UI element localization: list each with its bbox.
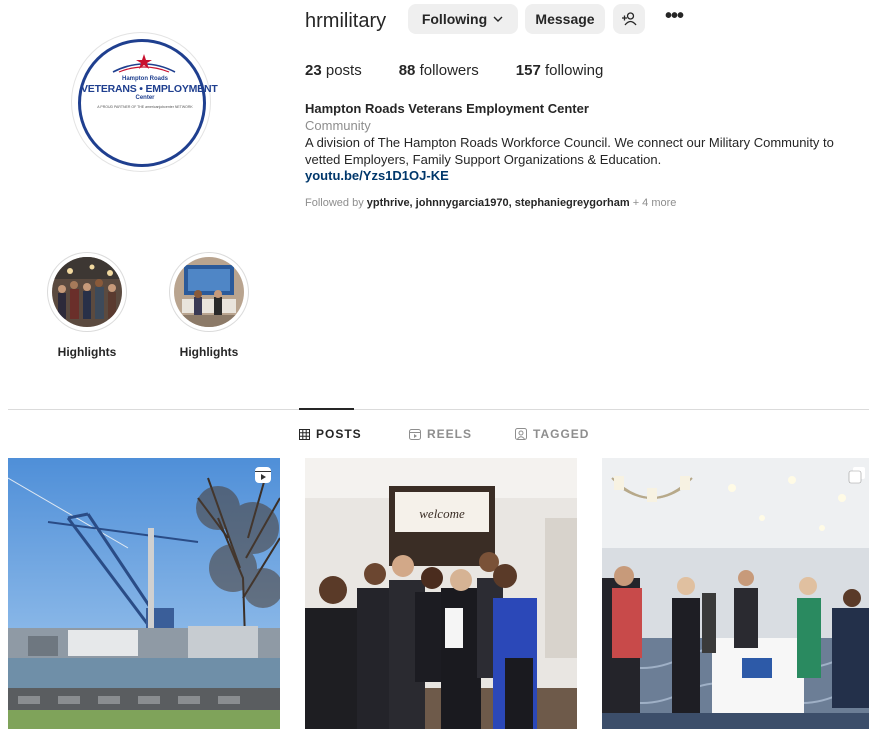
post-tile-1[interactable] <box>8 458 280 729</box>
followers-count: 88 <box>398 62 416 79</box>
highlight-2-label: Highlights <box>179 345 239 359</box>
logo-sub-text: Center <box>135 95 155 101</box>
tabs-divider <box>8 409 869 410</box>
following-button[interactable]: Following <box>408 4 518 34</box>
highlight-2-cover <box>174 257 244 327</box>
reels-icon <box>409 428 421 440</box>
tab-tagged[interactable]: TAGGED <box>515 427 589 441</box>
welcome-sign-text: welcome <box>419 506 465 521</box>
post-tile-2[interactable]: welcome <box>305 458 577 729</box>
post-1-image <box>8 458 280 729</box>
posts-stat[interactable]: 23 posts <box>305 62 362 79</box>
post-3-image <box>602 458 869 729</box>
bio-link[interactable]: youtu.be/Yzs1D1OJ-KE <box>305 168 449 183</box>
highlight-1-label: Highlights <box>57 345 117 359</box>
suggest-people-button[interactable] <box>613 4 645 34</box>
active-tab-indicator <box>299 408 354 410</box>
following-label-stat: following <box>544 62 604 79</box>
bio-category: Community <box>305 118 371 133</box>
message-button[interactable]: Message <box>525 4 605 34</box>
followers-stat[interactable]: 88 followers <box>399 62 479 79</box>
tagged-person-icon <box>515 428 527 440</box>
bio-description: A division of The Hampton Roads Workforc… <box>305 135 834 167</box>
grid-icon <box>299 428 310 440</box>
flag-swoosh-icon <box>112 54 176 73</box>
logo-main-text: VETERANS • EMPLOYMENT <box>81 83 218 95</box>
posts-label: posts <box>325 62 362 79</box>
profile-username: hrmilitary <box>305 10 387 32</box>
tab-tagged-label: TAGGED <box>533 427 590 441</box>
more-options-icon[interactable]: ••• <box>661 6 687 28</box>
bio-full-name: Hampton Roads Veterans Employment Center <box>305 101 589 116</box>
profile-stats: 23 posts 88 followers 157 following <box>305 62 640 79</box>
logo-top-text: Hampton Roads <box>121 76 168 82</box>
followed-by-more: + 4 more <box>632 197 677 209</box>
logo-fine-text: A PROUD PARTNER OF THE americanjobcenter… <box>97 105 193 109</box>
followed-by-names: ypthrive, johnnygarcia1970, stephaniegre… <box>366 197 630 209</box>
highlight-1[interactable] <box>48 253 126 331</box>
chevron-down-icon <box>493 16 503 22</box>
tab-reels[interactable]: REELS <box>409 427 472 441</box>
avatar-logo: Hampton Roads VETERANS • EMPLOYMENT Cent… <box>78 39 218 167</box>
reel-icon <box>255 467 271 483</box>
tab-reels-label: REELS <box>427 427 473 441</box>
followed-by[interactable]: Followed by ypthrive, johnnygarcia1970, … <box>305 197 676 209</box>
carousel-icon <box>848 467 865 484</box>
tab-posts[interactable]: POSTS <box>299 427 362 441</box>
following-count: 157 <box>515 62 541 79</box>
profile-avatar[interactable]: Hampton Roads VETERANS • EMPLOYMENT Cent… <box>72 33 218 171</box>
posts-count: 23 <box>305 62 322 79</box>
following-label: Following <box>421 11 488 27</box>
highlight-2[interactable] <box>170 253 248 331</box>
post-2-image: welcome <box>305 458 577 729</box>
highlight-1-cover <box>52 257 122 327</box>
following-stat[interactable]: 157 following <box>516 62 604 79</box>
add-person-icon <box>622 12 637 26</box>
followers-label: followers <box>419 62 479 79</box>
post-tile-3[interactable] <box>602 458 869 729</box>
followed-by-prefix: Followed by <box>305 197 364 209</box>
tab-posts-label: POSTS <box>316 427 362 441</box>
